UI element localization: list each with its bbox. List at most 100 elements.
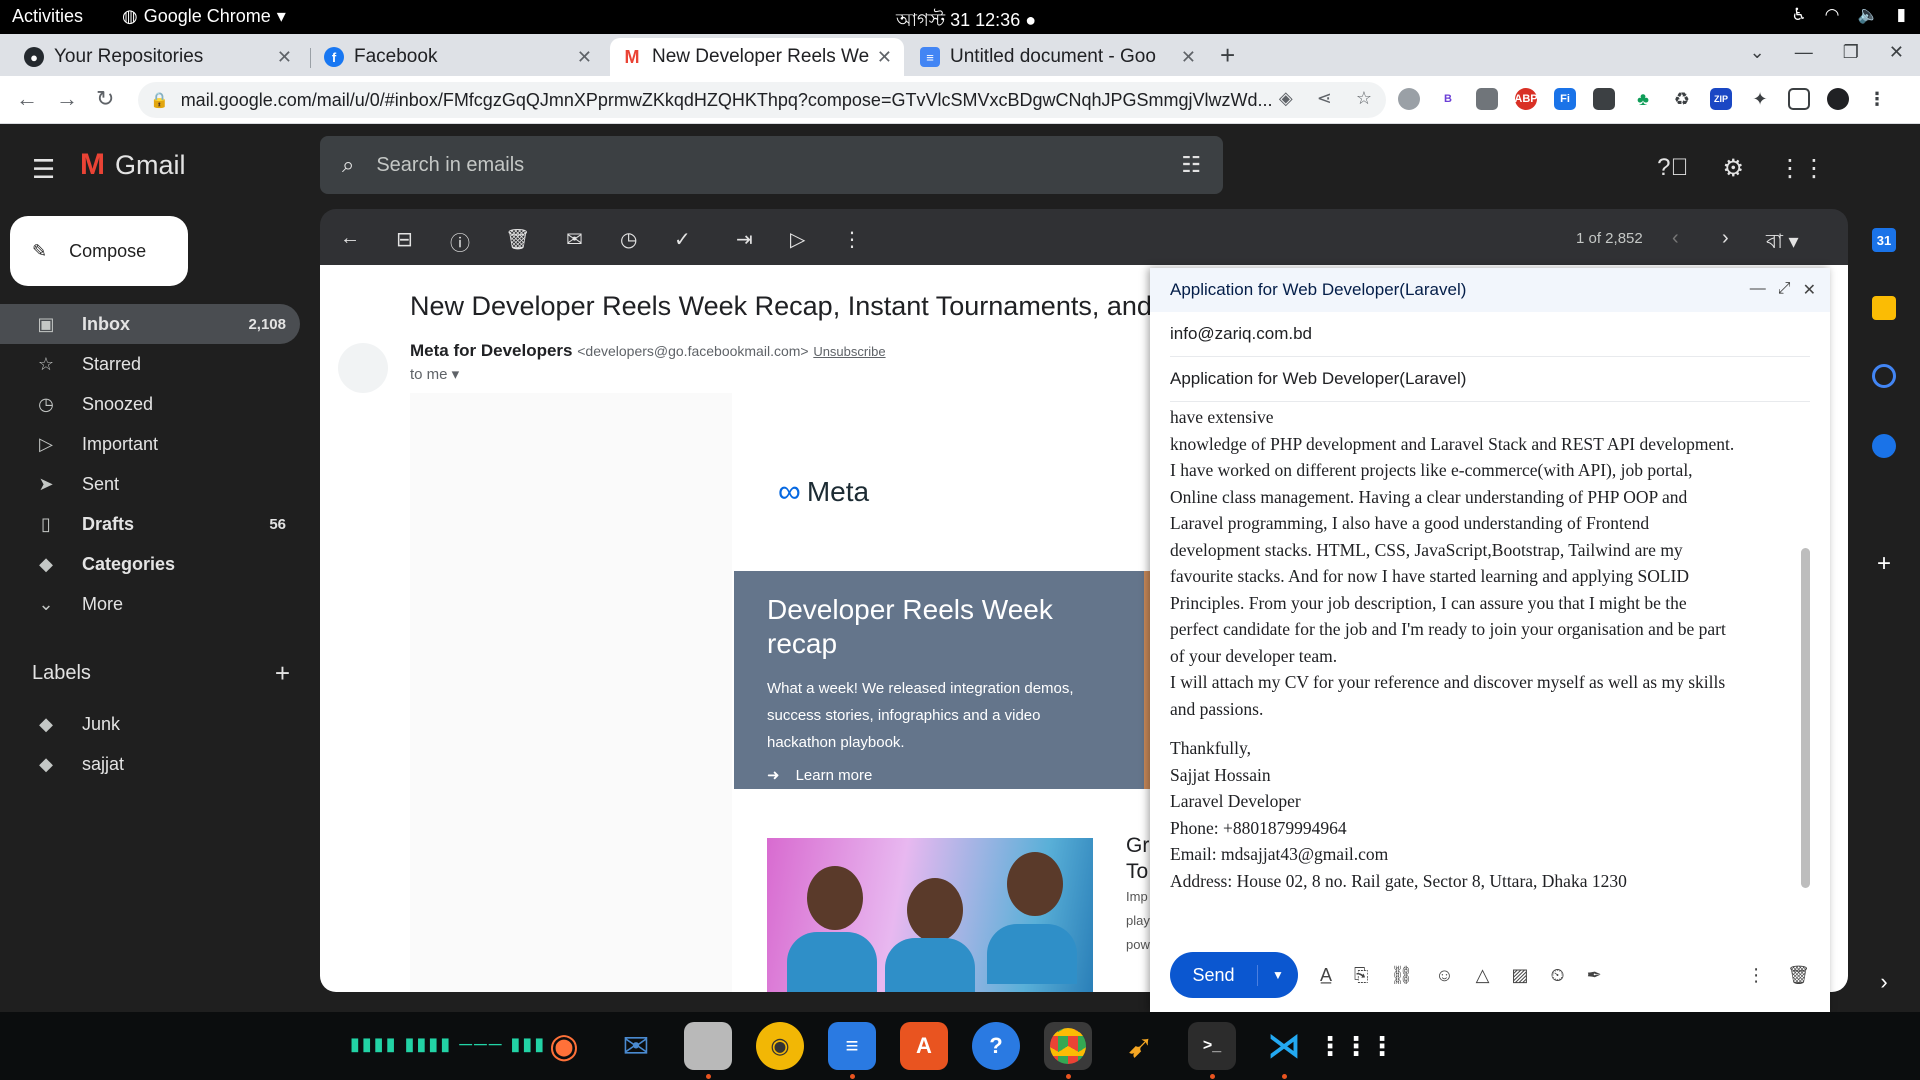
search-input[interactable]: Search in emails bbox=[376, 154, 524, 177]
tab-your-repositories[interactable]: ● Your Repositories ✕ bbox=[12, 38, 304, 76]
software-store-icon[interactable]: A bbox=[900, 1022, 948, 1070]
nav-categories[interactable]: ◆ Categories bbox=[0, 544, 300, 584]
forward-icon[interactable]: → bbox=[56, 86, 78, 112]
address-bar[interactable]: 🔒 mail.google.com/mail/u/0/#inbox/FMfcgz… bbox=[138, 82, 1386, 118]
recipient-chip[interactable]: info@zariq.com.bd bbox=[1170, 324, 1312, 344]
label-junk[interactable]: ◆ Junk bbox=[0, 704, 124, 744]
subject-input[interactable]: Application for Web Developer(Laravel) bbox=[1170, 369, 1466, 389]
system-tray[interactable]: ♿ ◠ 🔈 ▮ bbox=[1791, 5, 1906, 25]
files-icon[interactable] bbox=[684, 1022, 732, 1070]
restore-icon[interactable]: ❐ bbox=[1843, 42, 1859, 63]
puzzle-extensions-icon[interactable]: ✦ bbox=[1749, 88, 1771, 110]
compose-header[interactable]: Application for Web Developer(Laravel) —… bbox=[1150, 268, 1830, 312]
show-side-panel-icon[interactable]: › bbox=[1872, 969, 1896, 994]
lock-icon[interactable]: 🔒 bbox=[150, 91, 169, 109]
more-options-icon[interactable]: ⋮ bbox=[1747, 965, 1765, 986]
calendar-icon[interactable]: 31 bbox=[1872, 228, 1896, 252]
nav-sent[interactable]: ➤ Sent bbox=[0, 464, 300, 504]
snooze-icon[interactable]: ◷ bbox=[620, 227, 637, 252]
insert-link-icon[interactable]: ⛓ bbox=[1390, 965, 1413, 986]
install-icon[interactable]: ◈ bbox=[1279, 88, 1293, 109]
contacts-icon[interactable] bbox=[1872, 434, 1896, 458]
rhythmbox-icon[interactable]: ◉ bbox=[756, 1022, 804, 1070]
profile-avatar[interactable] bbox=[1827, 88, 1849, 110]
get-addons-icon[interactable]: + bbox=[1872, 550, 1896, 577]
delete-icon[interactable]: 🗑 bbox=[505, 227, 530, 252]
zip-extension-icon[interactable]: ZIP bbox=[1710, 88, 1732, 110]
minimize-icon[interactable]: — bbox=[1795, 42, 1813, 63]
signature-icon[interactable]: ✒ bbox=[1587, 965, 1602, 986]
input-tools-button[interactable]: বা ▾ bbox=[1766, 227, 1799, 260]
older-icon[interactable]: › bbox=[1722, 227, 1729, 250]
app-menu[interactable]: ◍ Google Chrome ▾ bbox=[122, 6, 286, 27]
vscode-icon[interactable]: ⋊ bbox=[1260, 1022, 1308, 1070]
side-panel-icon[interactable] bbox=[1788, 88, 1810, 110]
archive-icon[interactable]: ⊟ bbox=[396, 227, 413, 252]
report-spam-icon[interactable]: ⓘ bbox=[450, 227, 470, 256]
apps-grid-icon[interactable]: ⋮⋮ bbox=[1778, 154, 1826, 183]
schedule-send-icon[interactable]: ▼ bbox=[1258, 968, 1298, 982]
b-extension-icon[interactable]: B bbox=[1437, 88, 1459, 110]
close-tab-icon[interactable]: ✕ bbox=[1181, 47, 1196, 68]
subject-field[interactable]: Application for Web Developer(Laravel) bbox=[1170, 357, 1810, 402]
message-body-editor[interactable]: have extensive knowledge of PHP developm… bbox=[1170, 404, 1810, 914]
close-tab-icon[interactable]: ✕ bbox=[277, 47, 292, 68]
insert-photo-icon[interactable]: ▨ bbox=[1512, 965, 1529, 986]
help-icon[interactable]: ? bbox=[972, 1022, 1020, 1070]
url-text[interactable]: mail.google.com/mail/u/0/#inbox/FMfcgzGq… bbox=[181, 90, 1281, 111]
compose-scrollbar[interactable] bbox=[1801, 548, 1810, 888]
tool-extension-icon[interactable] bbox=[1593, 88, 1615, 110]
more-options-icon[interactable]: ⋮ bbox=[842, 227, 862, 252]
new-tab-button[interactable]: + bbox=[1220, 40, 1235, 71]
nav-drafts[interactable]: ▯ Drafts 56 bbox=[0, 504, 300, 544]
add-label-icon[interactable]: + bbox=[275, 658, 290, 689]
thunderbird-icon[interactable]: ✉ bbox=[612, 1022, 660, 1070]
close-window-icon[interactable]: ✕ bbox=[1889, 42, 1904, 63]
nav-more[interactable]: ⌄ More bbox=[0, 584, 300, 624]
chrome-icon[interactable] bbox=[1044, 1022, 1092, 1070]
show-apps-icon[interactable]: ⋮⋮⋮ bbox=[1317, 1022, 1395, 1070]
share-icon[interactable]: ⋖ bbox=[1317, 88, 1332, 109]
close-tab-icon[interactable]: ✕ bbox=[877, 47, 892, 68]
bars-extension-icon[interactable] bbox=[1476, 88, 1498, 110]
confidential-icon[interactable]: ⏲ bbox=[1551, 965, 1565, 986]
emoji-icon[interactable]: ☺ bbox=[1435, 965, 1453, 986]
tasks-icon[interactable] bbox=[1872, 364, 1896, 388]
accessibility-icon[interactable]: ♿ bbox=[1791, 5, 1806, 25]
tab-facebook[interactable]: f Facebook ✕ bbox=[312, 38, 604, 76]
fi-extension-icon[interactable]: Fi bbox=[1554, 88, 1576, 110]
firefox-icon[interactable]: ◉ bbox=[540, 1022, 588, 1070]
activities-button[interactable]: Activities bbox=[12, 6, 83, 27]
help-icon[interactable]: ?⃝ bbox=[1657, 154, 1688, 182]
to-field[interactable]: info@zariq.com.bd bbox=[1170, 312, 1810, 357]
sender-name[interactable]: Meta for Developers bbox=[410, 341, 573, 360]
gmail-logo[interactable]: M Gmail bbox=[80, 148, 186, 182]
recycle-extension-icon[interactable]: ♻ bbox=[1671, 88, 1693, 110]
writer-icon[interactable]: ≡ bbox=[828, 1022, 876, 1070]
back-to-inbox-icon[interactable]: ← bbox=[340, 227, 360, 250]
clock[interactable]: আগস্ট 31 12:36 ● bbox=[896, 6, 1036, 37]
close-tab-icon[interactable]: ✕ bbox=[577, 47, 592, 68]
send-button[interactable]: Send bbox=[1170, 964, 1258, 986]
formatting-icon[interactable]: A̲ bbox=[1320, 965, 1332, 986]
mark-unread-icon[interactable]: ✉ bbox=[566, 227, 583, 252]
discard-draft-icon[interactable]: 🗑 bbox=[1787, 965, 1810, 986]
newer-icon[interactable]: ‹ bbox=[1672, 227, 1679, 250]
search-bar[interactable]: ⌕ Search in emails ☷ bbox=[320, 136, 1223, 194]
settings-gear-icon[interactable]: ⚙ bbox=[1722, 154, 1744, 183]
nav-snoozed[interactable]: ◷ Snoozed bbox=[0, 384, 300, 424]
attach-file-icon[interactable]: ⎘ bbox=[1354, 965, 1368, 986]
main-menu-icon[interactable]: ☰ bbox=[32, 154, 55, 185]
compose-button[interactable]: ✎ Compose bbox=[10, 216, 188, 286]
recipient-dropdown[interactable]: to me ▾ bbox=[410, 365, 459, 383]
close-icon[interactable]: ✕ bbox=[1803, 280, 1816, 300]
label-sajjat[interactable]: ◆ sajjat bbox=[0, 744, 124, 784]
learn-more-link[interactable]: ➜ Learn more bbox=[767, 766, 1111, 785]
globe-extension-icon[interactable] bbox=[1398, 88, 1420, 110]
bookmark-star-icon[interactable]: ☆ bbox=[1356, 88, 1372, 109]
tab-gmail-active[interactable]: M New Developer Reels We ✕ bbox=[610, 38, 904, 76]
add-task-icon[interactable]: ✓ bbox=[674, 227, 691, 252]
reload-icon[interactable]: ↻ bbox=[96, 86, 114, 112]
nav-inbox[interactable]: ▣ Inbox 2,108 bbox=[0, 304, 300, 344]
tab-google-docs[interactable]: ≡ Untitled document - Goo ✕ bbox=[908, 38, 1208, 76]
